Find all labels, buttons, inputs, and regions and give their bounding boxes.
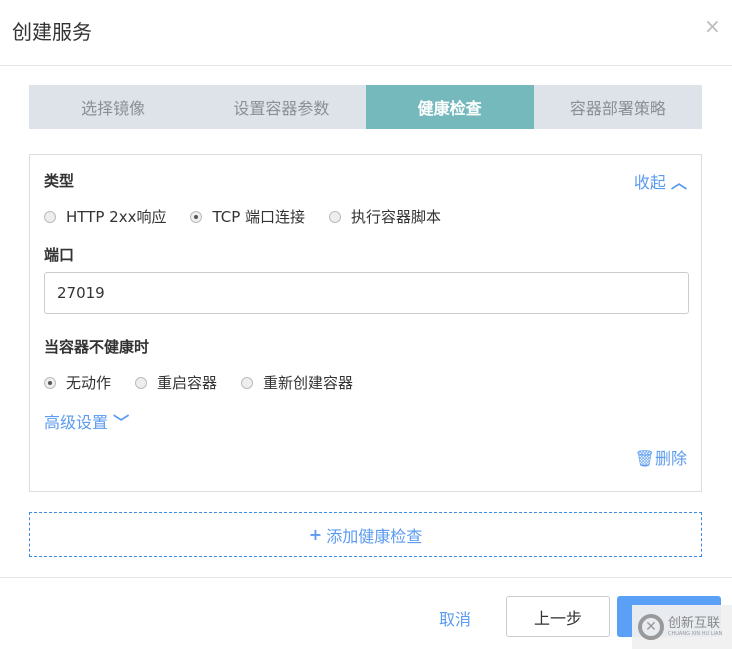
radio-label: TCP 端口连接 [212, 208, 306, 226]
cancel-button[interactable]: 取消 [439, 606, 471, 630]
delete-label: 删除 [654, 449, 687, 468]
tab-select-image[interactable]: 选择镜像 [29, 85, 197, 129]
step-tabs: 选择镜像 设置容器参数 健康检查 容器部署策略 [29, 85, 702, 129]
delete-button[interactable]: 🗑删除 [635, 445, 687, 469]
health-check-panel: 类型 收起 ︿ HTTP 2xx响应 TCP 端口连接 执行容器脚本 端口 当容… [29, 154, 702, 492]
add-label: 添加健康检查 [326, 526, 423, 546]
radio-dot [241, 376, 254, 389]
radio-script[interactable]: 执行容器脚本 [329, 206, 441, 227]
radio-label: 执行容器脚本 [351, 208, 442, 226]
trash-icon: 🗑 [634, 449, 655, 468]
chevron-up-icon: ︿ [670, 173, 687, 192]
watermark-logo: ✕ 创新互联 CHUANG XIN HU LIAN [632, 605, 732, 649]
radio-recreate[interactable]: 重新创建容器 [241, 372, 353, 393]
radio-label: 重启容器 [157, 374, 218, 392]
type-radio-group: HTTP 2xx响应 TCP 端口连接 执行容器脚本 [44, 206, 441, 227]
advanced-label: 高级设置 [44, 413, 109, 432]
radio-tcp[interactable]: TCP 端口连接 [190, 206, 305, 227]
radio-dot [135, 376, 148, 389]
radio-label: 重新创建容器 [263, 374, 354, 392]
radio-dot [44, 210, 56, 223]
unhealthy-label: 当容器不健康时 [44, 338, 150, 356]
watermark-pinyin: CHUANG XIN HU LIAN [668, 631, 723, 638]
type-label: 类型 [44, 172, 75, 190]
logo-icon: ✕ [638, 614, 664, 640]
tab-deploy-strategy[interactable]: 容器部署策略 [534, 85, 702, 129]
chevron-down-icon: ﹀ [113, 413, 130, 432]
header-divider [0, 65, 732, 66]
tab-container-params[interactable]: 设置容器参数 [197, 85, 365, 129]
port-label: 端口 [44, 246, 75, 264]
radio-label: HTTP 2xx响应 [66, 208, 167, 226]
advanced-settings-toggle[interactable]: 高级设置 ﹀ [44, 409, 129, 433]
prev-step-button[interactable]: 上一步 [506, 596, 610, 637]
close-icon[interactable]: × [704, 14, 721, 38]
plus-icon: + [308, 525, 323, 544]
collapse-label: 收起 [633, 173, 666, 192]
action-radio-group: 无动作 重启容器 重新创建容器 [44, 372, 353, 393]
dialog-title: 创建服务 [12, 20, 92, 44]
radio-http[interactable]: HTTP 2xx响应 [44, 206, 166, 227]
radio-dot [329, 210, 342, 223]
radio-dot [190, 210, 203, 223]
radio-no-action[interactable]: 无动作 [44, 372, 111, 393]
watermark-name: 创新互联 [668, 615, 721, 631]
radio-dot [44, 376, 56, 389]
radio-restart[interactable]: 重启容器 [135, 372, 217, 393]
add-health-check-button[interactable]: + 添加健康检查 [29, 512, 702, 557]
collapse-button[interactable]: 收起 ︿ [634, 169, 687, 193]
radio-label: 无动作 [66, 374, 112, 392]
tab-health-check[interactable]: 健康检查 [365, 85, 534, 129]
footer-divider [0, 577, 732, 578]
port-input[interactable] [44, 272, 689, 314]
